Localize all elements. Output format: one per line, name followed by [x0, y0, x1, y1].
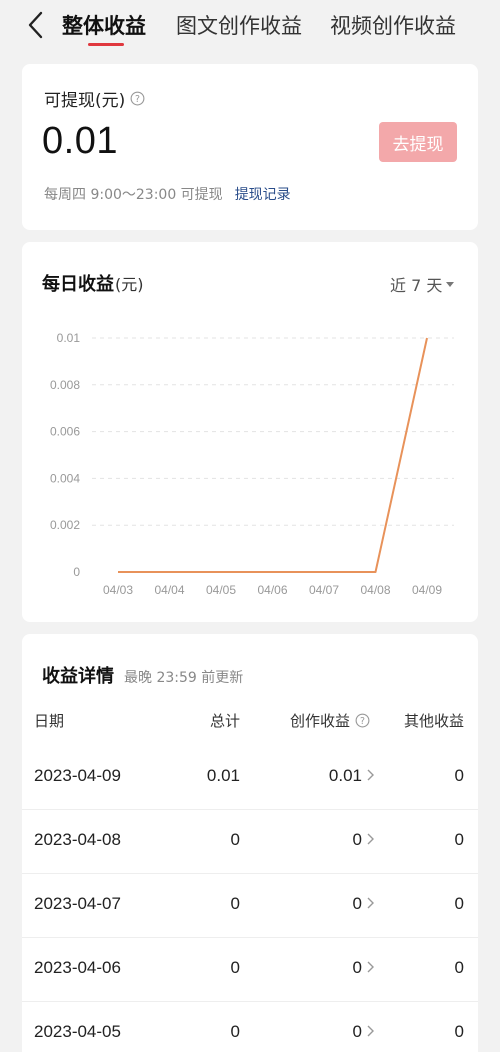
chevron-right-icon: [367, 897, 374, 909]
svg-text:?: ?: [360, 716, 365, 727]
x-tick-label: 04/08: [360, 583, 390, 597]
date-range-label: 近 7 天: [390, 276, 443, 295]
col-header-date: 日期: [34, 712, 65, 730]
earnings-details-card: 收益详情 最晚 23:59 前更新 日期 总计 创作收益 ? 其他收益 2023…: [22, 634, 478, 1052]
y-tick-label: 0.004: [50, 471, 80, 485]
row-creation: 0: [352, 1022, 362, 1041]
table-row[interactable]: 2023-04-09 0.01 0.01 0: [22, 746, 478, 810]
help-icon[interactable]: ?: [355, 713, 370, 728]
table-row[interactable]: 2023-04-07 0 0 0: [22, 874, 478, 938]
chart-title: 每日收益 (元): [42, 270, 144, 296]
daily-earnings-chart: 0 0.002 0.004 0.006 0.008 0.01 04/03 04/04 04/05…: [50, 331, 454, 597]
row-total: 0: [230, 1022, 240, 1041]
table-row[interactable]: 2023-04-06 0 0 0: [22, 938, 478, 1002]
back-icon[interactable]: [20, 10, 50, 40]
chevron-right-icon: [367, 1025, 374, 1037]
x-tick-label: 04/05: [206, 583, 236, 597]
svg-text:?: ?: [135, 94, 140, 105]
row-creation: 0: [352, 894, 362, 913]
row-date: 2023-04-05: [34, 1022, 121, 1041]
row-total: 0: [230, 830, 240, 849]
x-tick-label: 04/06: [257, 583, 287, 597]
daily-earnings-card: 每日收益 (元) 近 7 天 0 0.002 0.004 0.006 0.008 0.01 0…: [22, 242, 478, 622]
col-header-creation-label: 创作收益: [289, 712, 350, 730]
details-title: 收益详情: [42, 666, 114, 687]
row-other: 0: [454, 830, 464, 849]
row-creation: 0: [352, 830, 362, 849]
active-tab-indicator: [88, 43, 124, 46]
row-date: 2023-04-06: [34, 958, 121, 977]
chevron-right-icon: [367, 961, 374, 973]
tab-article-earnings[interactable]: 图文创作收益: [176, 10, 302, 40]
row-date: 2023-04-08: [34, 830, 121, 849]
x-tick-label: 04/03: [103, 583, 133, 597]
row-date: 2023-04-07: [34, 894, 121, 913]
row-other: 0: [454, 1022, 464, 1041]
withdraw-note-row: 每周四 9:00～23:00 可提现 提现记录: [44, 184, 291, 204]
table-header: 日期 总计 创作收益 ? 其他收益: [22, 710, 478, 740]
row-creation: 0: [352, 958, 362, 977]
tab-overall-earnings[interactable]: 整体收益: [62, 10, 146, 40]
caret-down-icon: [446, 281, 455, 287]
col-header-other: 其他收益: [403, 712, 464, 730]
tab-video-earnings[interactable]: 视频创作收益: [330, 10, 456, 40]
withdraw-button[interactable]: 去提现: [379, 122, 457, 162]
row-date: 2023-04-09: [34, 766, 121, 785]
chevron-right-icon: [367, 833, 374, 845]
col-header-total: 总计: [209, 712, 240, 730]
table-row[interactable]: 2023-04-08 0 0 0: [22, 810, 478, 874]
row-total: 0: [230, 894, 240, 913]
top-bar: 整体收益 图文创作收益 视频创作收益: [0, 0, 500, 52]
date-range-select[interactable]: 近 7 天: [390, 272, 455, 296]
help-icon[interactable]: ?: [130, 91, 145, 106]
row-other: 0: [454, 894, 464, 913]
row-total: 0: [230, 958, 240, 977]
y-tick-label: 0.008: [50, 378, 80, 392]
y-tick-label: 0: [73, 565, 80, 579]
chart-title-unit: (元): [115, 275, 144, 294]
row-other: 0: [454, 766, 464, 785]
x-tick-label: 04/04: [154, 583, 184, 597]
x-tick-label: 04/09: [412, 583, 442, 597]
withdrawable-label-row: 可提现(元) ?: [44, 86, 145, 111]
table-row[interactable]: 2023-04-05 0 0 0: [22, 1002, 478, 1052]
withdrawable-label: 可提现(元): [44, 91, 126, 111]
series-line: [118, 337, 428, 573]
y-tick-label: 0.006: [50, 425, 80, 439]
chevron-right-icon: [367, 769, 374, 781]
withdraw-records-link[interactable]: 提现记录: [235, 184, 291, 204]
withdraw-schedule-note: 每周四 9:00～23:00 可提现: [44, 187, 223, 203]
balance-card: 可提现(元) ? 0.01 去提现 每周四 9:00～23:00 可提现 提现记…: [22, 64, 478, 230]
y-tick-label: 0.002: [50, 518, 80, 532]
row-creation: 0.01: [328, 766, 362, 785]
x-tick-label: 04/07: [309, 583, 339, 597]
details-subtitle: 最晚 23:59 前更新: [124, 670, 244, 686]
row-other: 0: [454, 958, 464, 977]
y-tick-label: 0.01: [57, 331, 81, 345]
details-header: 收益详情 最晚 23:59 前更新: [42, 662, 243, 688]
chart-title-text: 每日收益: [42, 274, 114, 295]
withdrawable-amount: 0.01: [42, 120, 118, 162]
row-total: 0.01: [206, 766, 240, 785]
col-header-creation: 创作收益 ?: [290, 710, 370, 731]
